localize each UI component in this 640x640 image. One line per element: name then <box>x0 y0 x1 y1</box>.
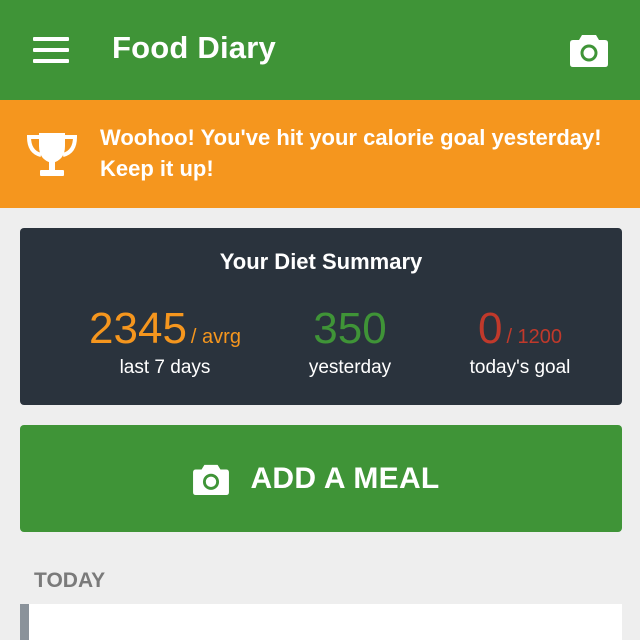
camera-icon <box>193 464 230 495</box>
diet-summary-card: Your Diet Summary 2345/ avrg last 7 days… <box>20 228 622 405</box>
stat-todays-goal-unit: / 1200 <box>506 326 563 348</box>
add-meal-button[interactable]: ADD A MEAL <box>20 425 622 532</box>
goal-banner-message: Woohoo! You've hit your calorie goal yes… <box>100 125 602 181</box>
stat-average-unit: / avrg <box>190 326 241 348</box>
today-section-header: TODAY <box>34 569 106 592</box>
stat-average-label: last 7 days <box>119 357 211 378</box>
goal-banner: Woohoo! You've hit your calorie goal yes… <box>0 100 640 208</box>
meal-entry-accent <box>20 604 29 640</box>
stat-average: 2345/ avrg last 7 days <box>70 304 260 380</box>
add-meal-label: ADD A MEAL <box>250 461 440 495</box>
stat-average-value: 2345 <box>89 304 187 353</box>
stat-todays-goal-label: today's goal <box>469 357 571 378</box>
meal-entry-card[interactable] <box>20 604 622 640</box>
hamburger-menu-icon[interactable] <box>33 37 69 63</box>
stat-yesterday-value: 350 <box>313 304 387 353</box>
trophy-icon <box>26 133 78 176</box>
food-diary-screen: Food Diary Woohoo! You've hit your calor… <box>0 0 640 640</box>
app-bar: Food Diary <box>0 0 640 100</box>
stat-todays-goal: 0/ 1200 today's goal <box>440 304 600 380</box>
stat-todays-goal-value: 0 <box>477 304 503 353</box>
camera-icon[interactable] <box>569 32 609 68</box>
app-title: Food Diary <box>112 30 276 65</box>
stat-yesterday-label: yesterday <box>308 357 392 378</box>
stat-yesterday: 350 yesterday <box>260 304 440 380</box>
diet-summary-title: Your Diet Summary <box>219 249 423 274</box>
